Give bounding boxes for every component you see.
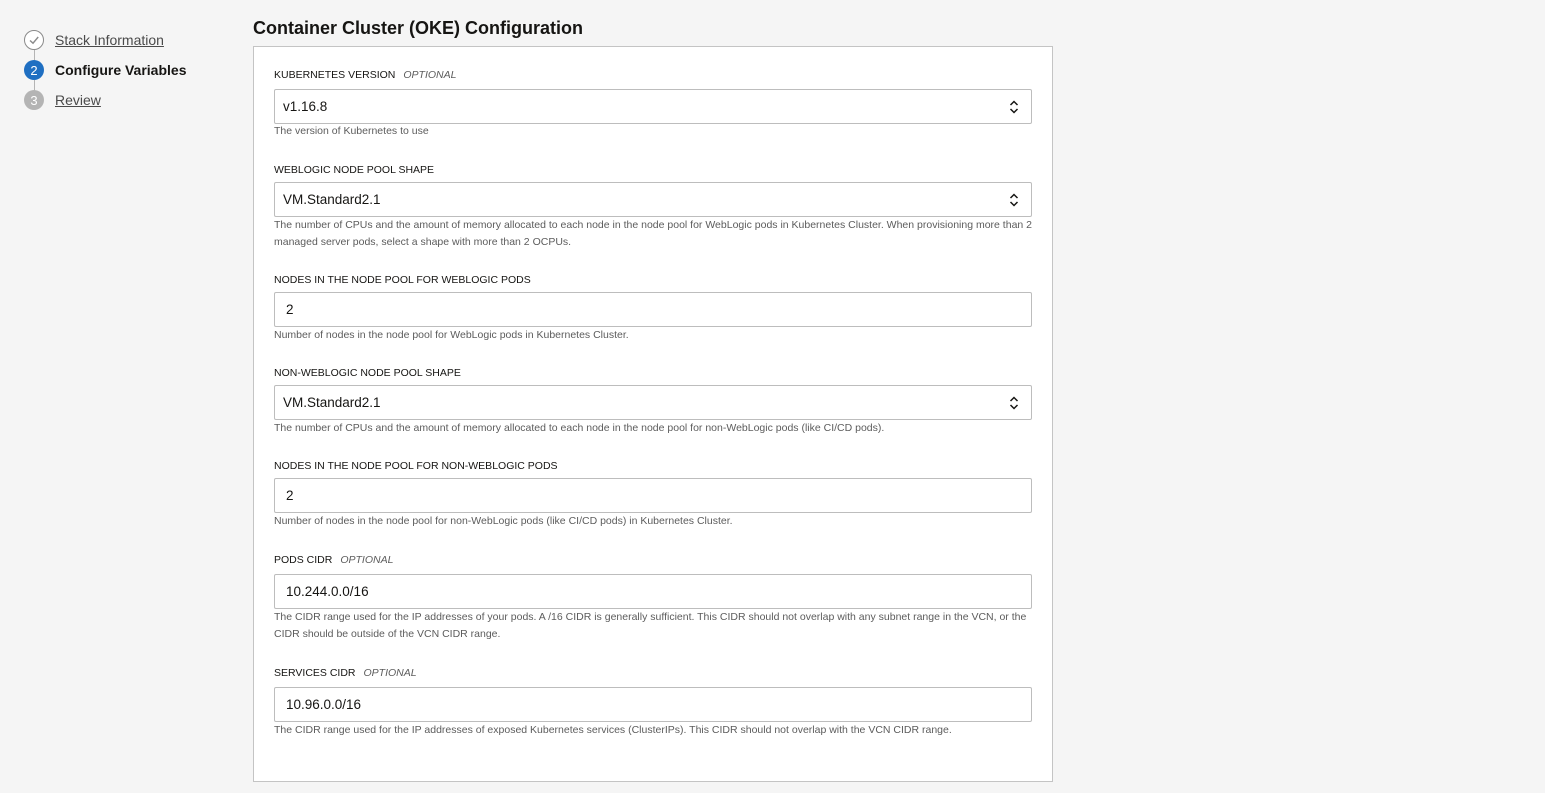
oke-configuration-panel: KUBERNETES VERSION OPTIONAL v1.16.8 The v… (253, 46, 1053, 782)
weblogic-node-count-input[interactable]: 2 (274, 292, 1032, 327)
non-weblogic-node-pool-shape-help: The number of CPUs and the amount of mem… (274, 422, 885, 434)
non-weblogic-node-pool-shape-select[interactable]: VM.Standard2.1 (274, 385, 1032, 420)
non-weblogic-node-count-help: Number of nodes in the node pool for non… (274, 515, 733, 527)
field-label-text: PODS CIDR (274, 554, 333, 566)
pods-cidr-help: The CIDR range used for the IP addresses… (274, 611, 1027, 640)
step-number: 3 (24, 90, 44, 110)
page: Stack Information 2 Configure Variables … (0, 0, 1545, 793)
step-label[interactable]: Review (55, 92, 101, 108)
weblogic-node-pool-shape-help: The number of CPUs and the amount of mem… (274, 219, 1032, 248)
chevron-up-down-icon (1009, 99, 1019, 114)
non-weblogic-node-pool-shape-label: NON-WEBLOGIC NODE POOL SHAPE (274, 367, 461, 379)
non-weblogic-node-count-input[interactable]: 2 (274, 478, 1032, 513)
step-review[interactable]: 3 Review (24, 89, 101, 111)
field-label-text: KUBERNETES VERSION (274, 69, 396, 81)
optional-tag: OPTIONAL (363, 667, 417, 679)
field-label-text: WEBLOGIC NODE POOL SHAPE (274, 164, 435, 176)
check-icon (24, 30, 44, 50)
step-label[interactable]: Stack Information (55, 32, 164, 48)
services-cidr-input[interactable]: 10.96.0.0/16 (274, 687, 1032, 722)
services-cidr-label: SERVICES CIDR OPTIONAL (274, 667, 417, 679)
weblogic-node-count-label: NODES IN THE NODE POOL FOR WEBLOGIC PODS (274, 274, 531, 286)
kubernetes-version-label: KUBERNETES VERSION OPTIONAL (274, 69, 456, 81)
input-value: 10.244.0.0/16 (286, 584, 369, 599)
kubernetes-version-select[interactable]: v1.16.8 (274, 89, 1032, 124)
pods-cidr-label: PODS CIDR OPTIONAL (274, 554, 393, 566)
select-value: v1.16.8 (283, 99, 328, 114)
field-label-text: NODES IN THE NODE POOL FOR WEBLOGIC PODS (274, 274, 531, 286)
input-value: 2 (286, 302, 294, 317)
non-weblogic-node-count-label: NODES IN THE NODE POOL FOR NON-WEBLOGIC … (274, 460, 558, 472)
field-label-text: SERVICES CIDR (274, 667, 356, 679)
input-value: 2 (286, 488, 294, 503)
step-number: 2 (24, 60, 44, 80)
kubernetes-version-help: The version of Kubernetes to use (274, 125, 429, 137)
step-configure-variables: 2 Configure Variables (24, 59, 186, 81)
section-title: Container Cluster (OKE) Configuration (253, 18, 583, 38)
pods-cidr-input[interactable]: 10.244.0.0/16 (274, 574, 1032, 609)
weblogic-node-count-help: Number of nodes in the node pool for Web… (274, 329, 629, 341)
field-label-text: NON-WEBLOGIC NODE POOL SHAPE (274, 367, 461, 379)
input-value: 10.96.0.0/16 (286, 697, 362, 712)
chevron-up-down-icon (1009, 192, 1019, 207)
chevron-up-down-icon (1009, 395, 1019, 410)
select-value: VM.Standard2.1 (283, 192, 381, 207)
field-label-text: NODES IN THE NODE POOL FOR NON-WEBLOGIC … (274, 460, 558, 472)
select-value: VM.Standard2.1 (283, 395, 381, 410)
optional-tag: OPTIONAL (340, 554, 394, 566)
weblogic-node-pool-shape-label: WEBLOGIC NODE POOL SHAPE (274, 164, 434, 176)
services-cidr-help: The CIDR range used for the IP addresses… (274, 724, 952, 736)
optional-tag: OPTIONAL (403, 69, 457, 81)
step-stack-information[interactable]: Stack Information (24, 29, 164, 51)
step-label: Configure Variables (55, 62, 187, 78)
weblogic-node-pool-shape-select[interactable]: VM.Standard2.1 (274, 182, 1032, 217)
